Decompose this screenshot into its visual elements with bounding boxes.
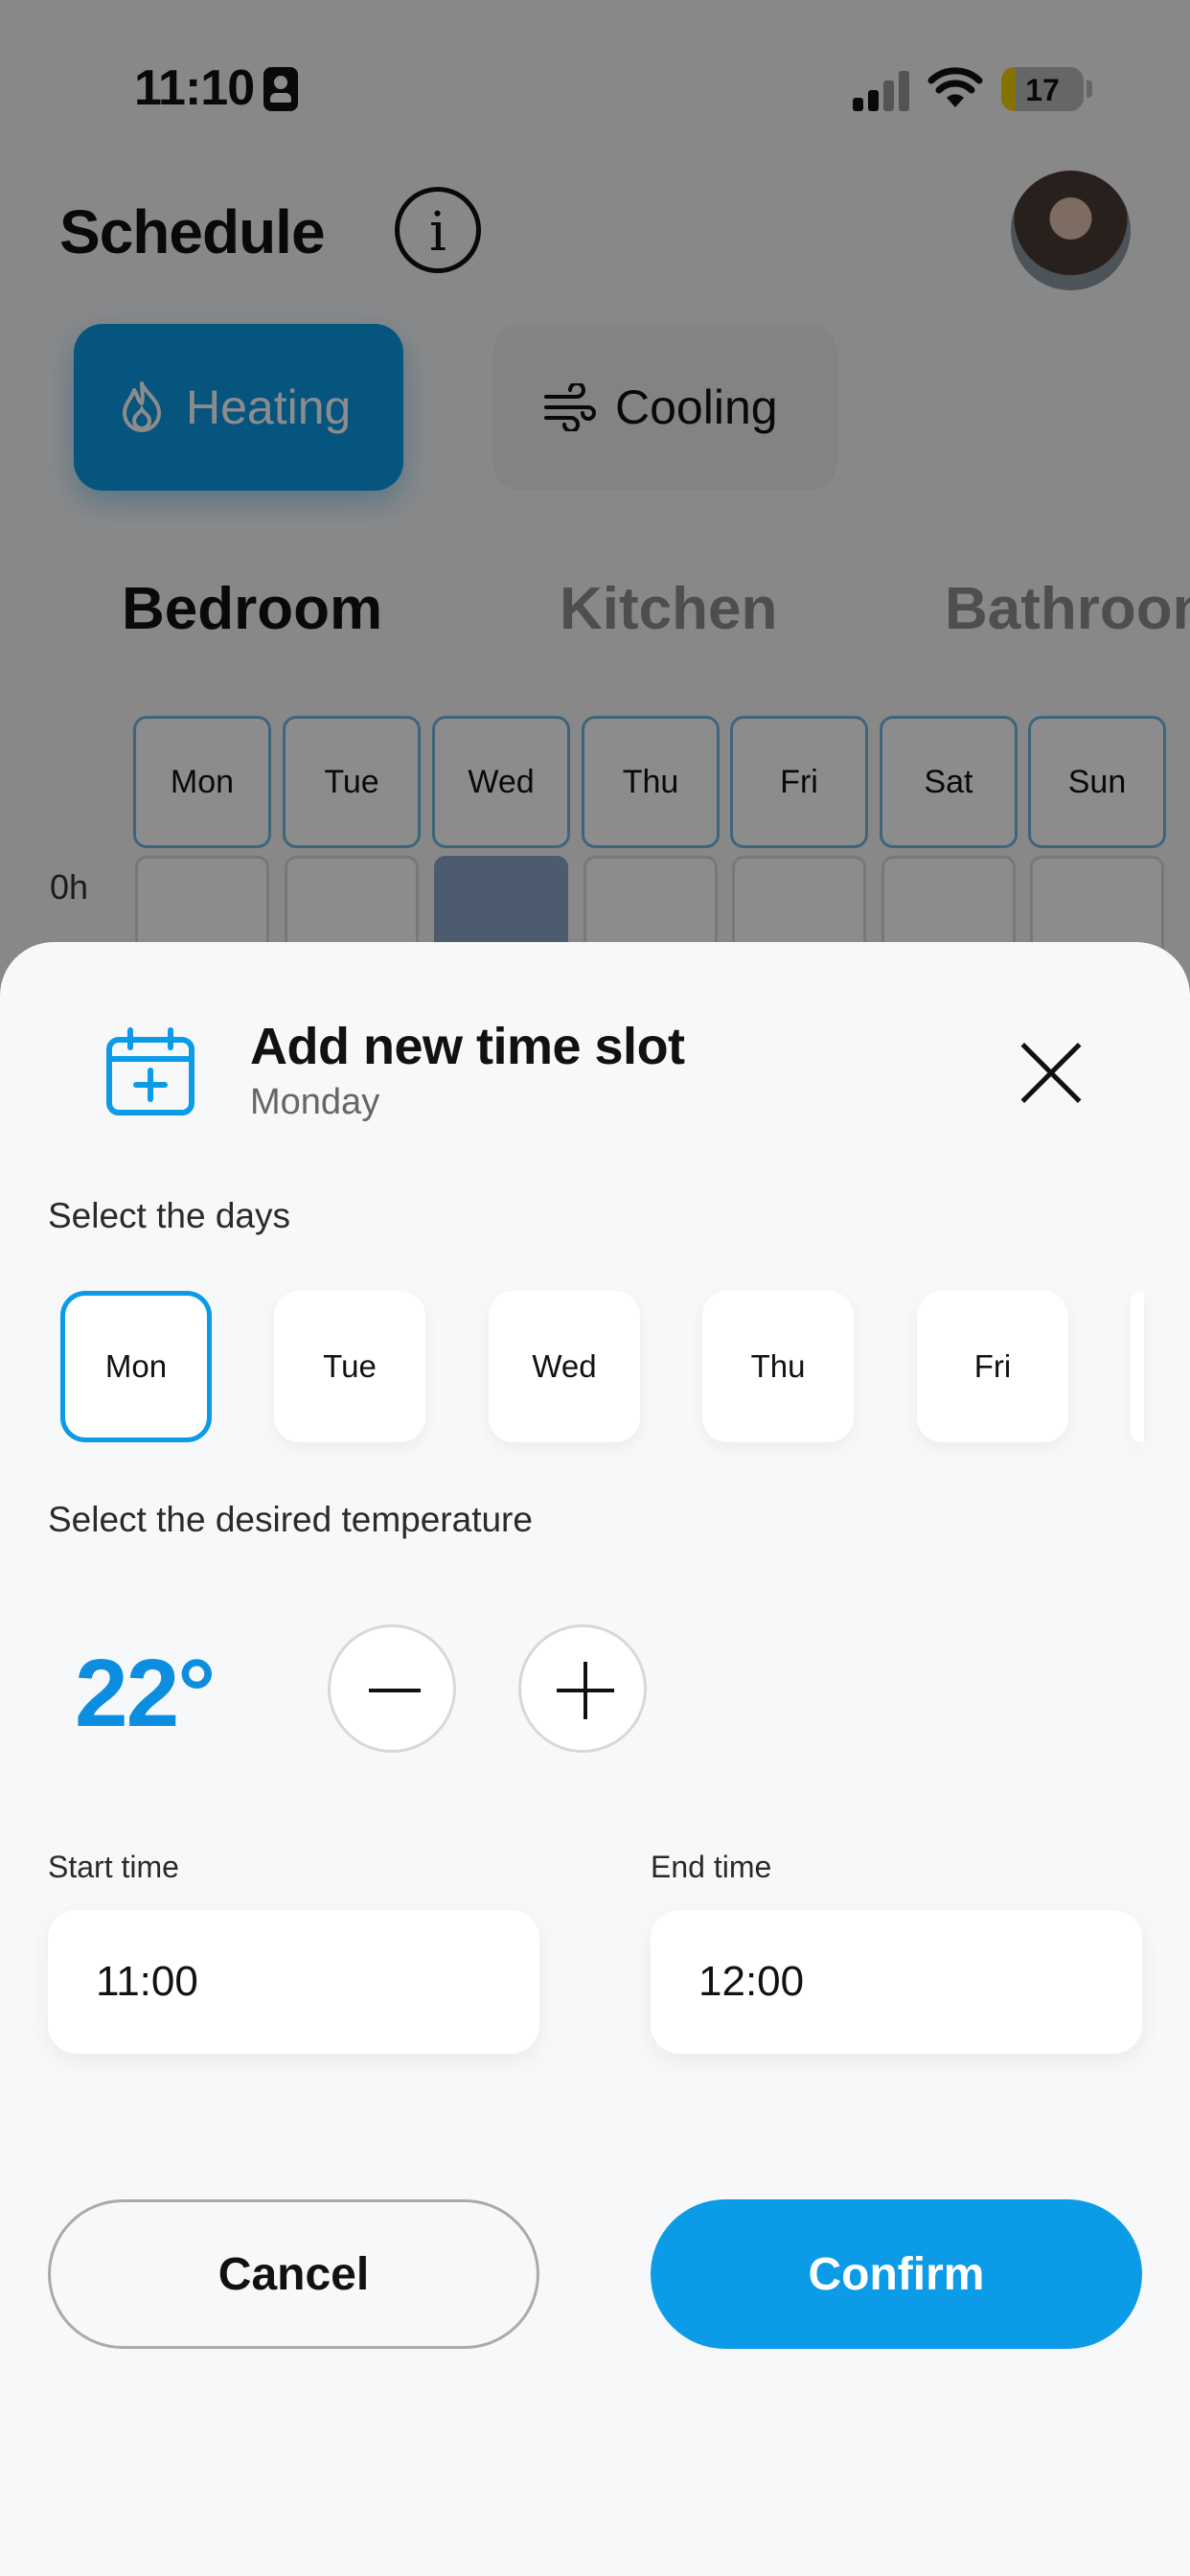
cancel-button[interactable]: Cancel: [48, 2199, 539, 2349]
increase-temperature-button[interactable]: [518, 1624, 647, 1753]
day-chip-mon[interactable]: Mon: [60, 1291, 212, 1442]
day-chip-tue[interactable]: Tue: [274, 1291, 425, 1442]
day-chip-thu[interactable]: Thu: [702, 1291, 854, 1442]
start-time-label: Start time: [48, 1850, 179, 1884]
minus-icon: [369, 1689, 421, 1692]
end-time-field[interactable]: 12:00: [651, 1910, 1142, 2054]
confirm-button[interactable]: Confirm: [651, 2199, 1142, 2349]
day-chip-wed[interactable]: Wed: [489, 1291, 640, 1442]
decrease-temperature-button[interactable]: [328, 1624, 456, 1753]
end-time-label: End time: [651, 1850, 772, 1884]
day-chip-next[interactable]: [1131, 1291, 1144, 1442]
start-time-field[interactable]: 11:00: [48, 1910, 539, 2054]
day-chip-fri[interactable]: Fri: [917, 1291, 1068, 1442]
calendar-plus-icon: [106, 1027, 195, 1116]
sheet-subtitle: Monday: [250, 1082, 380, 1122]
add-time-slot-sheet: Add new time slot Monday Select the days…: [0, 942, 1190, 2576]
close-icon[interactable]: [1011, 1034, 1087, 1111]
select-temperature-label: Select the desired temperature: [48, 1500, 533, 1539]
sheet-title: Add new time slot: [250, 1018, 685, 1075]
temperature-value: 22°: [75, 1640, 216, 1747]
select-days-label: Select the days: [48, 1196, 290, 1235]
